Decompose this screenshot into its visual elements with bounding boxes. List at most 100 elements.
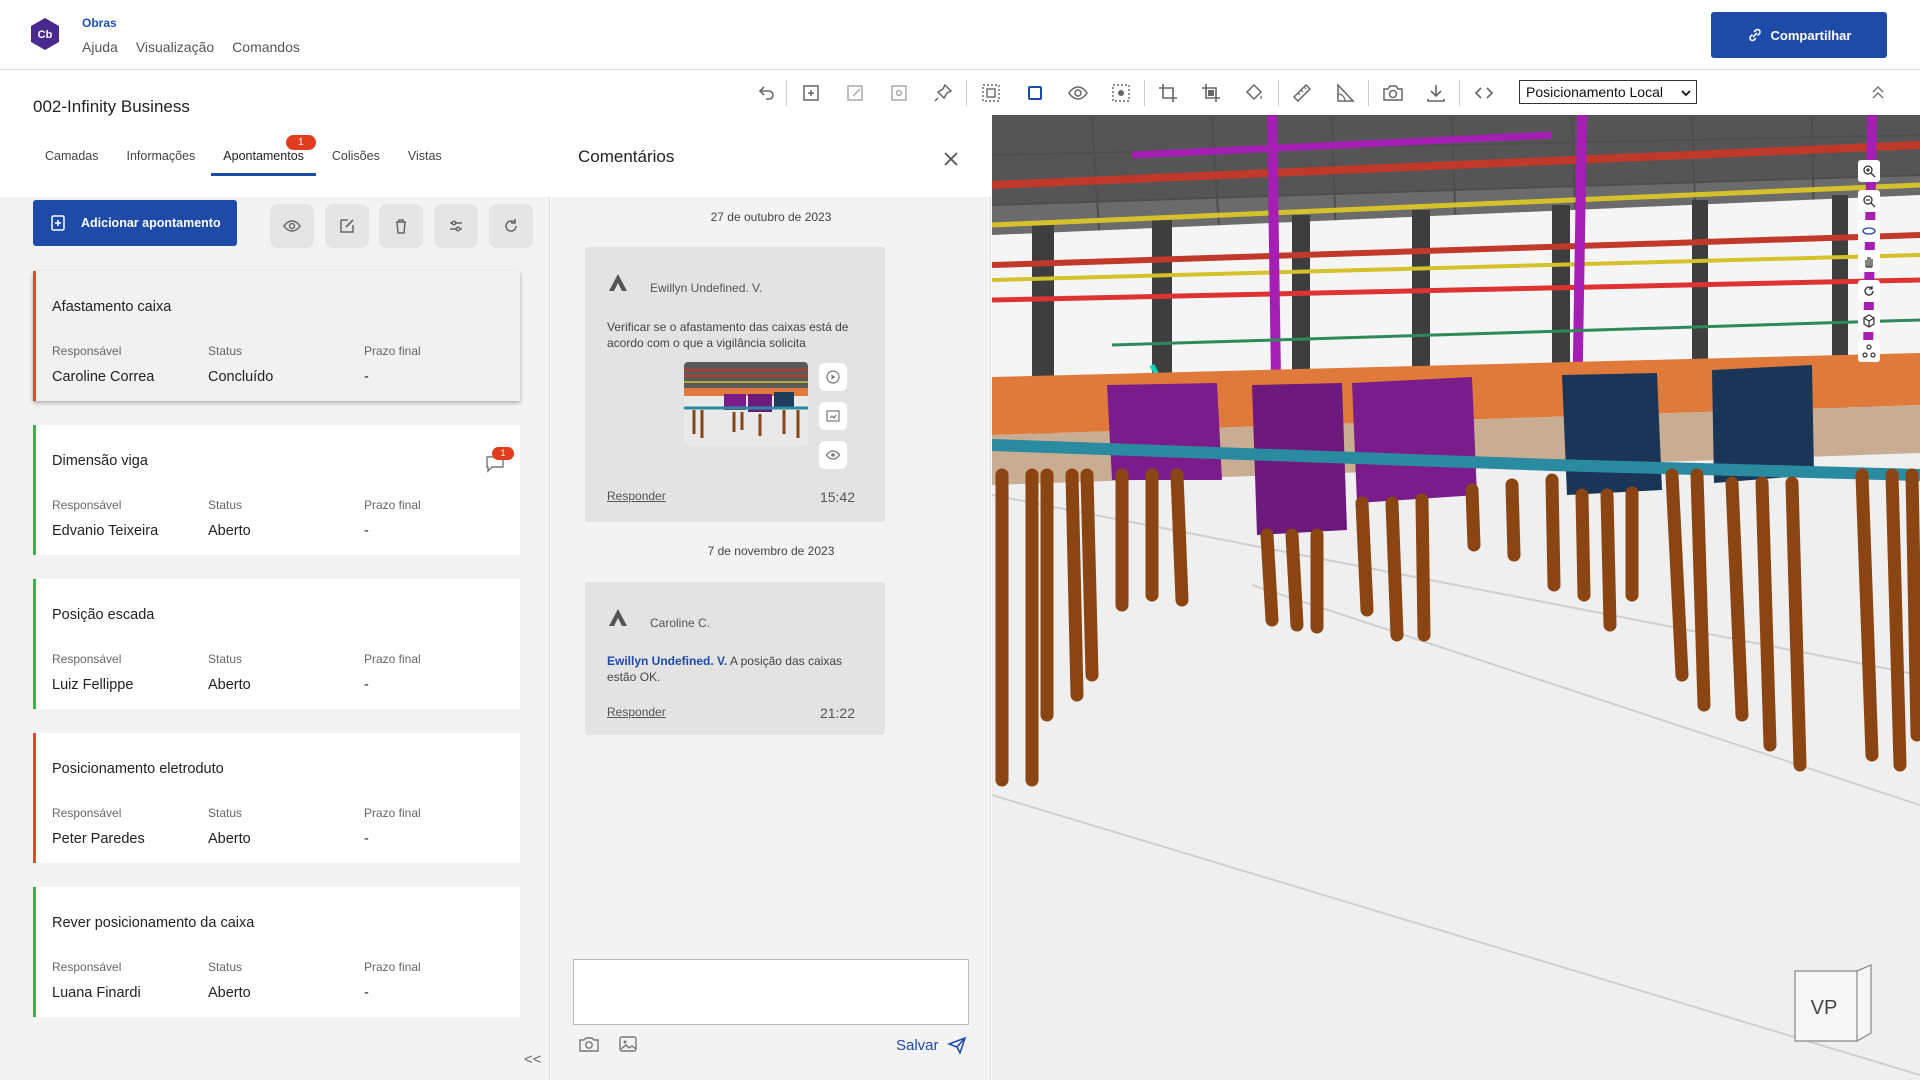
delete-issue-button[interactable]	[379, 204, 423, 248]
zoom-in-icon[interactable]	[1858, 160, 1880, 182]
angle-measure-icon[interactable]	[1334, 82, 1356, 104]
eye-icon	[283, 220, 301, 232]
comment-input[interactable]	[573, 959, 969, 1025]
tab-informacoes[interactable]: Informações	[115, 149, 208, 176]
tab-camadas[interactable]: Camadas	[33, 149, 111, 176]
collapse-panel-button[interactable]: <<	[524, 1051, 542, 1068]
author-avatar-icon	[607, 607, 629, 629]
select-box-icon[interactable]	[1024, 82, 1046, 104]
deadline-value: -	[364, 369, 369, 385]
ruler-icon[interactable]	[1291, 82, 1313, 104]
deadline-label: Prazo final	[364, 344, 421, 358]
cube-icon[interactable]	[1858, 310, 1880, 332]
deadline-label: Prazo final	[364, 652, 421, 666]
app-logo-icon[interactable]: Cb	[28, 17, 62, 51]
camera-icon[interactable]	[1382, 82, 1404, 104]
app-name[interactable]: Obras	[82, 16, 117, 30]
deadline-label: Prazo final	[364, 960, 421, 974]
share-button[interactable]: Compartilhar	[1711, 12, 1887, 58]
positioning-select[interactable]: Posicionamento Local	[1519, 80, 1697, 104]
menu-item-comandos[interactable]: Comandos	[232, 39, 300, 55]
tab-colisoes[interactable]: Colisões	[320, 149, 392, 176]
refresh-icon	[505, 219, 517, 232]
sliders-icon	[450, 220, 462, 232]
responsible-label: Responsável	[52, 806, 122, 820]
zoom-out-icon[interactable]	[1858, 190, 1880, 212]
status-label: Status	[208, 344, 243, 358]
toolbar-divider	[966, 80, 967, 106]
pan-icon[interactable]	[1858, 250, 1880, 272]
model-tree-icon[interactable]	[1858, 340, 1880, 362]
edit-issue-button[interactable]	[325, 204, 369, 248]
view-issue-button[interactable]	[270, 204, 314, 248]
issues-panel-header: 002-Infinity Business Camadas Informaçõe…	[0, 71, 550, 197]
save-comment-button[interactable]: Salvar	[896, 1036, 967, 1054]
camera-icon[interactable]	[578, 1035, 600, 1053]
issue-title: Posição escada	[52, 607, 155, 623]
chevron-down-icon	[1681, 90, 1691, 97]
responsible-label: Responsável	[52, 498, 122, 512]
link-icon	[1748, 28, 1761, 42]
reply-link[interactable]: Responder	[607, 705, 666, 719]
menu-item-visualizacao[interactable]: Visualização	[136, 39, 214, 55]
status-value: Aberto	[208, 831, 251, 847]
issue-card[interactable]: Rever posicionamento da caixa Responsáve…	[33, 887, 520, 1017]
toolbar-divider	[786, 80, 787, 106]
issue-card[interactable]: Dimensão viga 1 Responsável Status Prazo…	[33, 425, 520, 555]
reply-link[interactable]: Responder	[607, 489, 666, 503]
issue-card[interactable]: Afastamento caixa Responsável Status Pra…	[33, 271, 520, 401]
eye-icon[interactable]	[819, 441, 847, 469]
edit-markup-icon[interactable]	[845, 82, 867, 104]
hide-icon[interactable]	[1067, 82, 1089, 104]
pin-icon[interactable]	[932, 82, 954, 104]
add-issue-viewer-icon[interactable]	[801, 82, 823, 104]
comment-author: Caroline C.	[650, 616, 711, 630]
close-icon[interactable]	[941, 149, 961, 169]
section-icon[interactable]	[1200, 82, 1222, 104]
issue-card[interactable]: Posicionamento eletroduto Responsável St…	[33, 733, 520, 863]
viewer-navigation-tools	[1858, 160, 1882, 370]
chevron-up-icon[interactable]	[1869, 83, 1887, 101]
refresh-issues-button[interactable]	[489, 204, 533, 248]
snapshot-icon[interactable]	[819, 402, 847, 430]
image-icon[interactable]	[618, 1035, 638, 1053]
menu-item-ajuda[interactable]: Ajuda	[82, 39, 118, 55]
edit-icon	[340, 219, 354, 233]
paint-bucket-icon[interactable]	[1243, 82, 1265, 104]
view-cube[interactable]: VP	[1791, 963, 1877, 1043]
comment-time: 21:22	[819, 705, 855, 721]
markup-settings-icon[interactable]	[889, 82, 911, 104]
toolbar-divider	[1278, 80, 1279, 106]
tab-apontamentos[interactable]: Apontamentos 1	[211, 135, 316, 176]
code-icon[interactable]	[1473, 82, 1495, 104]
issue-card[interactable]: Posição escada Responsável Status Prazo …	[33, 579, 520, 709]
download-icon[interactable]	[1425, 82, 1447, 104]
responsible-value: Luiz Fellippe	[52, 677, 134, 693]
add-issue-button[interactable]: Adicionar apontamento	[33, 200, 237, 246]
add-issue-label: Adicionar apontamento	[81, 216, 221, 230]
crop-icon[interactable]	[1157, 82, 1179, 104]
deadline-value: -	[364, 831, 369, 847]
main-menu: Ajuda Visualização Comandos	[82, 39, 300, 55]
tab-vistas[interactable]: Vistas	[396, 149, 454, 176]
comment-snapshot-image[interactable]	[684, 362, 808, 446]
comment-mention[interactable]: Ewillyn Undefined. V.	[607, 654, 727, 668]
comment-author: Ewillyn Undefined. V.	[650, 281, 763, 295]
deadline-label: Prazo final	[364, 498, 421, 512]
add-issue-icon	[51, 215, 65, 231]
undo-icon[interactable]	[755, 82, 777, 104]
rotate-icon[interactable]	[1858, 280, 1880, 302]
play-icon[interactable]	[819, 363, 847, 391]
filter-issues-button[interactable]	[434, 204, 478, 248]
select-area-icon[interactable]	[980, 82, 1002, 104]
orbit-icon[interactable]	[1858, 220, 1880, 242]
send-icon	[946, 1036, 966, 1054]
model-viewer-canvas[interactable]	[992, 115, 1920, 1080]
responsible-label: Responsável	[52, 344, 122, 358]
thread-date: 27 de outubro de 2023	[710, 210, 832, 224]
isolate-icon[interactable]	[1110, 82, 1132, 104]
comment-time: 15:42	[819, 489, 855, 505]
bim-model-render	[992, 115, 1920, 1080]
comment-indicator[interactable]: 1	[484, 447, 514, 473]
status-label: Status	[208, 652, 243, 666]
